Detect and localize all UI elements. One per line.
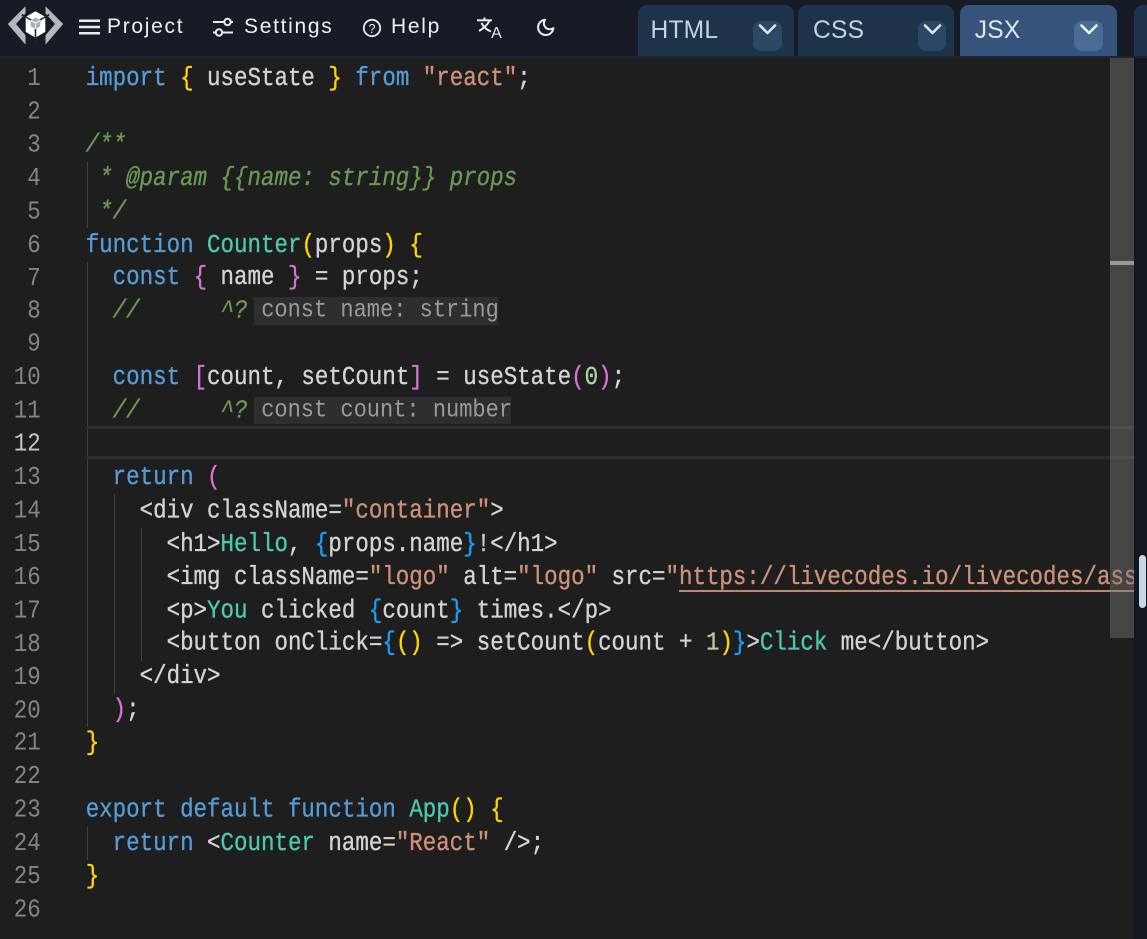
svg-text:A: A <box>491 25 502 42</box>
svg-text:?: ? <box>369 22 376 36</box>
